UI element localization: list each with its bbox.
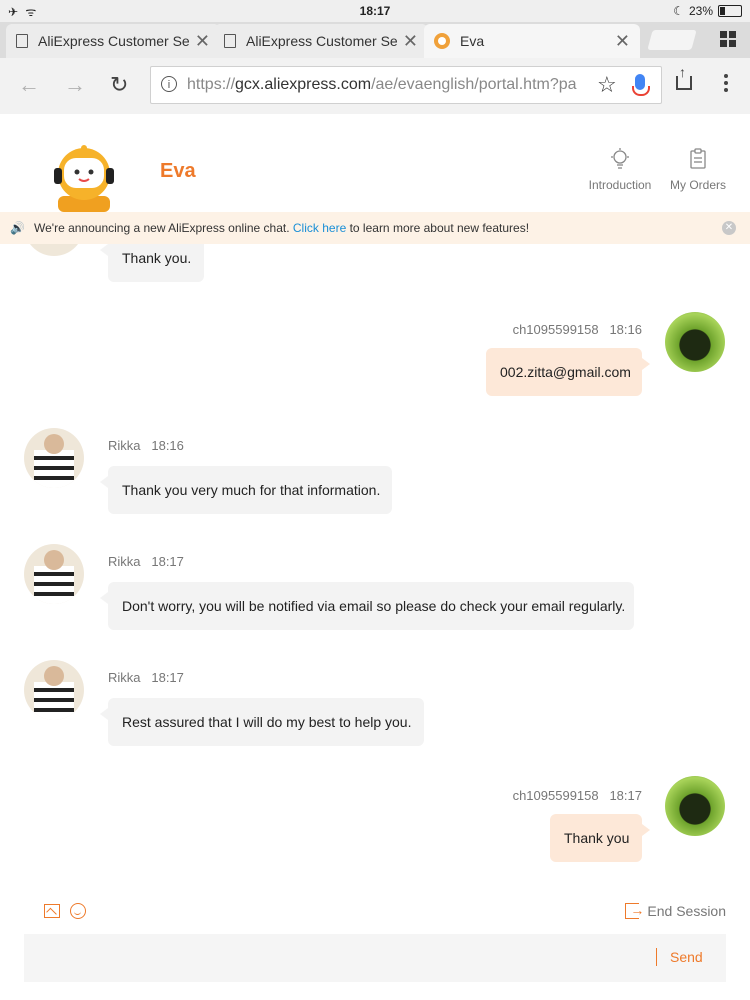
introduction-label: Introduction xyxy=(588,178,652,192)
lightbulb-icon xyxy=(611,148,629,169)
my-orders-link[interactable]: My Orders xyxy=(668,148,728,192)
close-tab-icon[interactable]: ✕ xyxy=(403,31,418,52)
user-avatar xyxy=(665,776,725,836)
moon-icon: ☾ xyxy=(673,4,684,18)
share-icon[interactable] xyxy=(676,64,692,90)
introduction-link[interactable]: Introduction xyxy=(588,148,652,192)
agent-avatar xyxy=(24,244,84,256)
message-bubble-agent: Rest assured that I will do my best to h… xyxy=(100,698,424,746)
chat-log[interactable]: Thank you. ch1095599158 18:16 002.zitta@… xyxy=(0,244,750,884)
message-meta: Rikka 18:17 xyxy=(108,670,184,685)
eva-robot-avatar xyxy=(54,145,114,212)
clock: 18:17 xyxy=(359,4,391,18)
microphone-icon[interactable] xyxy=(632,74,650,96)
tab-title: AliExpress Customer Se xyxy=(246,33,397,49)
end-session-button[interactable]: End Session xyxy=(625,902,726,919)
compose-toolbar: End Session xyxy=(0,896,750,930)
address-bar[interactable]: i https://gcx.aliexpress.com/ae/evaengli… xyxy=(150,66,662,104)
close-tab-icon[interactable]: ✕ xyxy=(195,31,210,52)
eva-favicon xyxy=(434,33,450,49)
my-orders-label: My Orders xyxy=(669,178,726,192)
forward-button[interactable]: → xyxy=(64,72,86,98)
battery-percent: 23% xyxy=(688,4,713,18)
click-here-link[interactable]: Click here xyxy=(293,221,346,235)
reload-button[interactable]: ↻ xyxy=(110,72,128,98)
emoji-icon[interactable] xyxy=(70,903,86,919)
page-icon xyxy=(224,34,236,48)
end-session-label: End Session xyxy=(647,903,726,919)
close-tab-icon[interactable]: ✕ xyxy=(615,31,630,52)
chat-header: Eva Introduction My Orders xyxy=(0,114,750,212)
tab-strip: AliExpress Customer Se ✕ AliExpress Cust… xyxy=(0,22,750,58)
battery-icon xyxy=(718,5,742,17)
message-bubble-agent: Thank you very much for that information… xyxy=(100,466,392,514)
announcement-banner: 🔊 We're announcing a new AliExpress onli… xyxy=(0,212,750,244)
agent-avatar xyxy=(24,544,84,604)
agent-name: Eva xyxy=(160,160,196,182)
status-bar: ✈ ᯤ 18:17 ☾ 23% xyxy=(0,0,750,22)
back-button[interactable]: ← xyxy=(18,72,40,98)
message-bubble-user: 002.zitta@gmail.com xyxy=(486,348,650,396)
tab-switcher-icon[interactable] xyxy=(720,31,736,47)
clipboard-icon xyxy=(690,148,706,169)
browser-toolbar: ← → ↻ i https://gcx.aliexpress.com/ae/ev… xyxy=(0,58,750,115)
bookmark-star-icon[interactable]: ☆ xyxy=(597,72,617,98)
status-right: ☾ 23% xyxy=(673,4,742,18)
message-meta: Rikka 18:16 xyxy=(108,438,184,453)
exit-icon xyxy=(625,902,644,919)
message-meta: Rikka 18:17 xyxy=(108,554,184,569)
agent-avatar xyxy=(24,428,84,488)
speaker-icon: 🔊 xyxy=(10,221,25,235)
message-meta: ch1095599158 18:16 xyxy=(512,322,642,337)
page-icon xyxy=(16,34,28,48)
tab-aliexpress-1[interactable]: AliExpress Customer Se ✕ xyxy=(6,24,220,58)
message-bubble-user: Thank you xyxy=(550,814,650,862)
image-upload-icon[interactable] xyxy=(44,904,60,918)
message-meta: ch1095599158 18:17 xyxy=(512,788,642,803)
info-icon[interactable]: i xyxy=(161,76,177,92)
agent-avatar xyxy=(24,660,84,720)
tab-eva[interactable]: Eva ✕ xyxy=(424,24,640,58)
more-menu-icon[interactable] xyxy=(724,74,728,95)
tab-title: Eva xyxy=(460,33,485,49)
user-avatar xyxy=(665,312,725,372)
message-bubble-agent: Don't worry, you will be notified via em… xyxy=(100,582,634,630)
divider xyxy=(656,948,657,966)
tab-title: AliExpress Customer Se xyxy=(38,33,189,49)
tab-aliexpress-2[interactable]: AliExpress Customer Se ✕ xyxy=(214,24,428,58)
message-input[interactable]: Send xyxy=(24,934,726,982)
url-text: https://gcx.aliexpress.com/ae/evaenglish… xyxy=(187,76,577,93)
announcement-text: We're announcing a new AliExpress online… xyxy=(34,221,530,235)
send-button[interactable]: Send xyxy=(670,949,703,965)
close-banner-icon[interactable]: ✕ xyxy=(722,221,736,235)
new-tab-button[interactable] xyxy=(647,30,697,50)
message-bubble-agent: Thank you. xyxy=(100,244,204,282)
